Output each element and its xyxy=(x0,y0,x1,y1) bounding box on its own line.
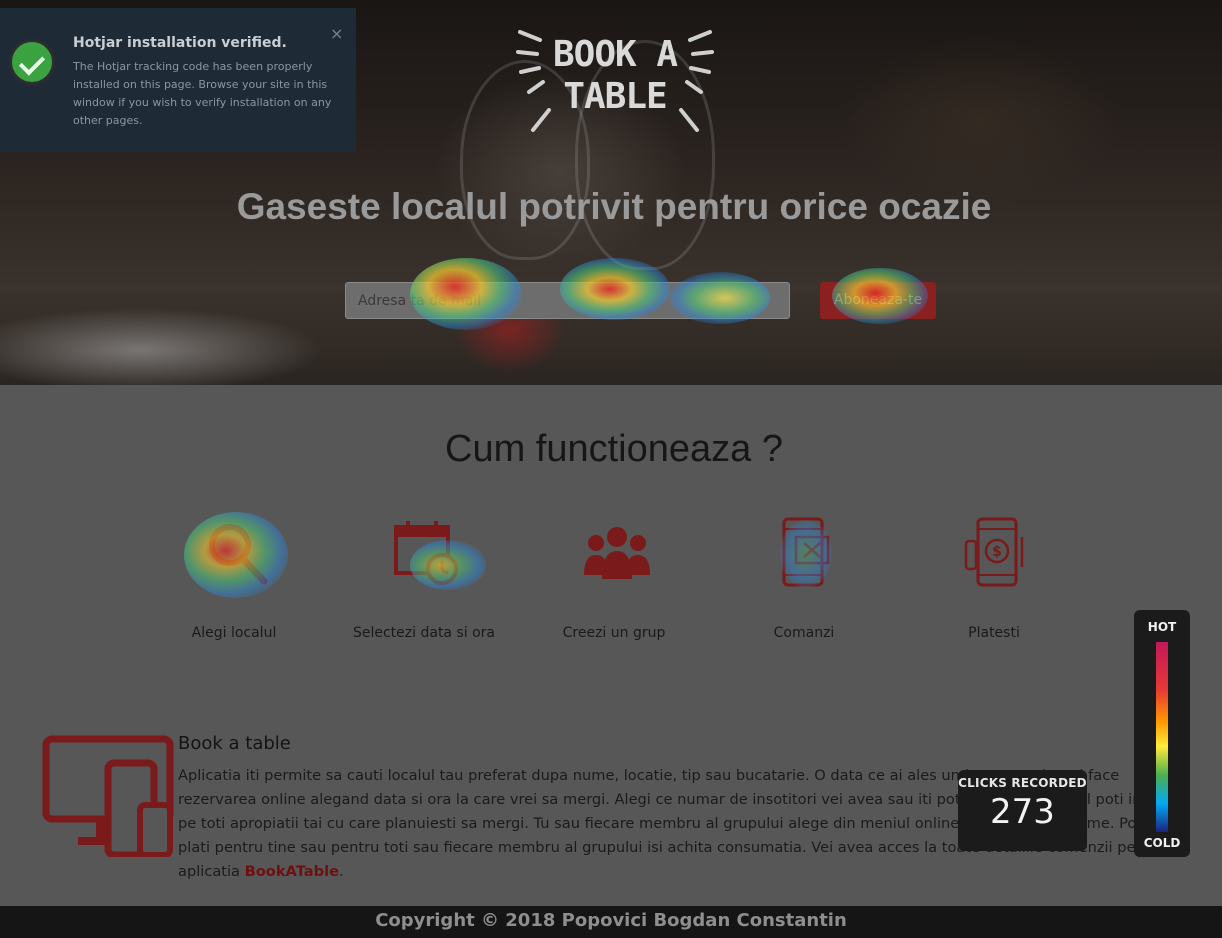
step-label: Selectezi data si ora xyxy=(352,625,495,641)
clicks-count: 273 xyxy=(990,792,1055,832)
how-it-works-title: Cum functioneaza ? xyxy=(445,428,783,470)
hotjar-body: The Hotjar tracking code has been proper… xyxy=(73,60,332,127)
step-pay[interactable]: $ Platesti xyxy=(899,515,1089,655)
group-icon xyxy=(584,527,650,579)
devices-icon xyxy=(42,735,174,857)
clicks-label: CLICKS RECORDED xyxy=(958,776,1087,790)
check-icon xyxy=(9,39,55,85)
hero-title: Gaseste localul potrivit pentru orice oc… xyxy=(236,186,992,227)
clicks-recorded-panel: CLICKS RECORDED 273 xyxy=(958,770,1087,851)
legend-hot-label: HOT xyxy=(1147,620,1177,634)
step-label: Comanzi xyxy=(773,625,835,641)
step-label: Creezi un grup xyxy=(562,625,666,641)
about-end: . xyxy=(338,863,344,880)
phone-payment-icon: $ xyxy=(964,517,1024,587)
phone-order-icon xyxy=(782,517,830,587)
search-icon xyxy=(209,524,268,585)
footer: Copyright © 2018 Popovici Bogdan Constan… xyxy=(0,906,1222,938)
step-select-date[interactable]: Selectezi data si ora xyxy=(329,515,519,655)
hotjar-notification: Hotjar installation verified. The Hotjar… xyxy=(0,8,356,152)
step-create-group[interactable]: Creezi un grup xyxy=(519,515,709,655)
legend-cold-label: COLD xyxy=(1143,836,1181,850)
brand-link[interactable]: BookATable xyxy=(245,863,339,880)
step-label: Alegi localul xyxy=(191,625,277,641)
step-order[interactable]: Comanzi xyxy=(709,515,899,655)
logo[interactable]: BOOK A TABLE xyxy=(515,24,715,136)
legend-gradient-bar xyxy=(1156,642,1168,832)
heatmap-legend: HOT COLD xyxy=(1134,610,1190,857)
subscribe-button[interactable]: Aboneaza-te xyxy=(820,282,936,319)
hotjar-title: Hotjar installation verified. xyxy=(73,35,287,51)
close-icon[interactable]: × xyxy=(330,24,343,43)
about-title: Book a table xyxy=(178,733,291,754)
logo-line-1: BOOK A xyxy=(552,34,678,75)
email-input[interactable]: Adresa ta de mail xyxy=(345,282,790,319)
calendar-clock-icon xyxy=(394,521,458,585)
step-label: Platesti xyxy=(968,625,1020,641)
svg-text:$: $ xyxy=(992,544,1002,560)
logo-line-2: TABLE xyxy=(563,76,667,117)
logo-text: BOOK A TABLE xyxy=(545,34,685,118)
step-choose-venue[interactable]: Alegi localul xyxy=(139,515,329,655)
